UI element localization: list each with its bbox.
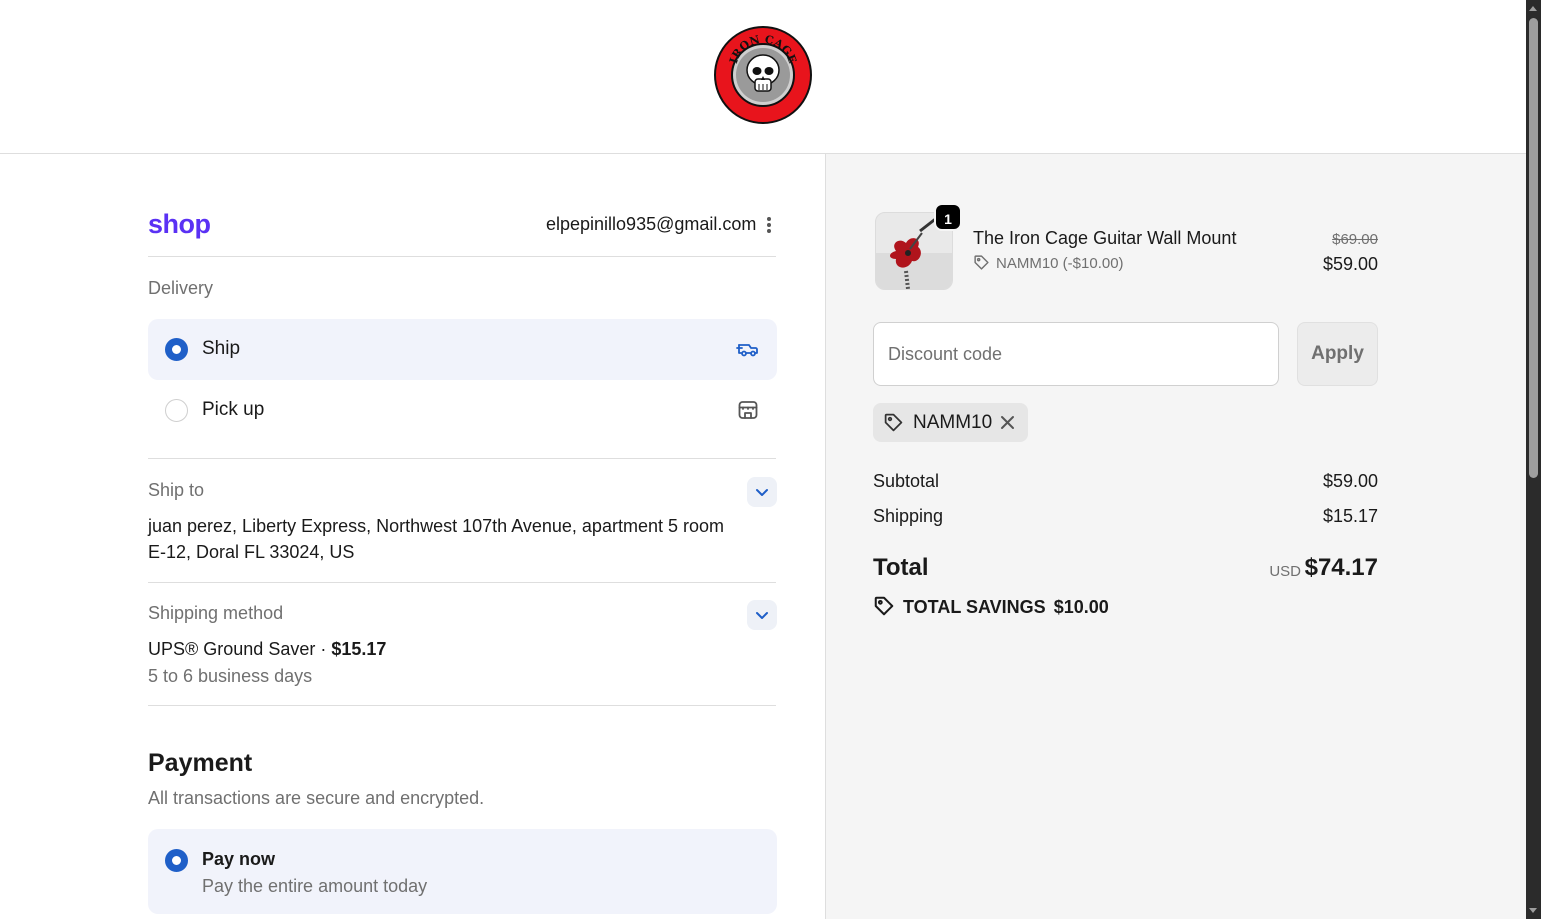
scrollbar-thumb[interactable] [1529,18,1538,478]
product-discount-text: NAMM10 (-$10.00) [996,255,1124,272]
delivery-title: Delivery [148,278,214,298]
divider [148,458,776,459]
delivery-truck-icon [736,344,758,357]
header: IRON CAGE [0,0,1526,154]
shipping-method-price: $15.17 [331,639,387,659]
product-name: The Iron Cage Guitar Wall Mount [973,228,1237,248]
shop-pay-logo[interactable]: shop [148,209,211,240]
chevron-down-icon [756,489,768,496]
divider [148,582,776,583]
shipping-method-name: UPS® Ground Saver [148,639,316,659]
pickup-label: Pick up [202,399,265,420]
divider [148,256,776,257]
account-email: elpepinillo935@gmail.com [546,214,757,234]
shipping-method-title: Shipping method [148,603,284,623]
shipping-method-eta: 5 to 6 business days [148,666,313,686]
savings-label: TOTAL SAVINGS [903,597,1046,617]
delivery-option-ship[interactable]: Ship [148,319,777,380]
payment-title: Payment [148,749,253,777]
savings-tag-icon [874,596,894,616]
discount-code-input[interactable] [873,322,1279,386]
total-value: $74.17 [1304,554,1378,581]
scroll-down-arrow-icon[interactable] [1529,908,1537,913]
ship-to-address: juan perez, Liberty Express, Northwest 1… [148,516,724,562]
product-discount: NAMM10 (-$10.00) [973,254,1124,272]
scroll-up-arrow-icon[interactable] [1529,6,1537,11]
quantity-badge: 1 [934,203,962,231]
shipping-label: Shipping [873,506,944,526]
ship-label: Ship [202,338,241,359]
page-scrollbar[interactable] [1526,0,1541,919]
pay-now-subtitle: Pay the entire amount today [202,876,428,896]
payment-subtitle: All transactions are secure and encrypte… [148,788,485,808]
separator-dot: · [320,639,327,659]
price-final: $59.00 [1322,254,1378,274]
subtotal-value: $59.00 [1322,471,1378,491]
iron-cage-skull-logo[interactable]: IRON CAGE [714,26,812,124]
remove-discount-icon[interactable] [999,414,1016,431]
ship-to-title: Ship to [148,480,205,500]
subtotal-label: Subtotal [873,471,940,491]
store-icon [738,401,758,419]
shipping-method-line: UPS® Ground Saver · $15.17 [148,636,386,662]
total-savings: TOTAL SAVINGS $10.00 [873,595,1109,618]
shipping-method-expand-button[interactable] [747,600,777,630]
ship-to-expand-button[interactable] [747,477,777,507]
applied-discount-chip: NAMM10 [873,403,1028,442]
ship-radio[interactable] [165,338,188,361]
chevron-down-icon [756,612,768,619]
tag-icon [884,413,903,432]
pay-now-radio[interactable] [165,849,188,872]
pay-now-title: Pay now [202,849,276,869]
shipping-value: $15.17 [1322,506,1378,526]
apply-discount-button[interactable]: Apply [1297,322,1378,386]
price-original: $69.00 [1332,231,1378,248]
tag-icon [974,255,989,270]
savings-value: $10.00 [1053,597,1109,617]
applied-code-text: NAMM10 [913,412,993,433]
payment-option-pay-now[interactable]: Pay now Pay the entire amount today [148,829,777,914]
total-label: Total [873,554,929,581]
pickup-radio[interactable] [165,399,188,422]
delivery-option-pickup[interactable]: Pick up [148,380,777,441]
account-menu-icon[interactable] [762,216,776,236]
divider [148,705,776,706]
total-currency: USD [1269,563,1301,580]
